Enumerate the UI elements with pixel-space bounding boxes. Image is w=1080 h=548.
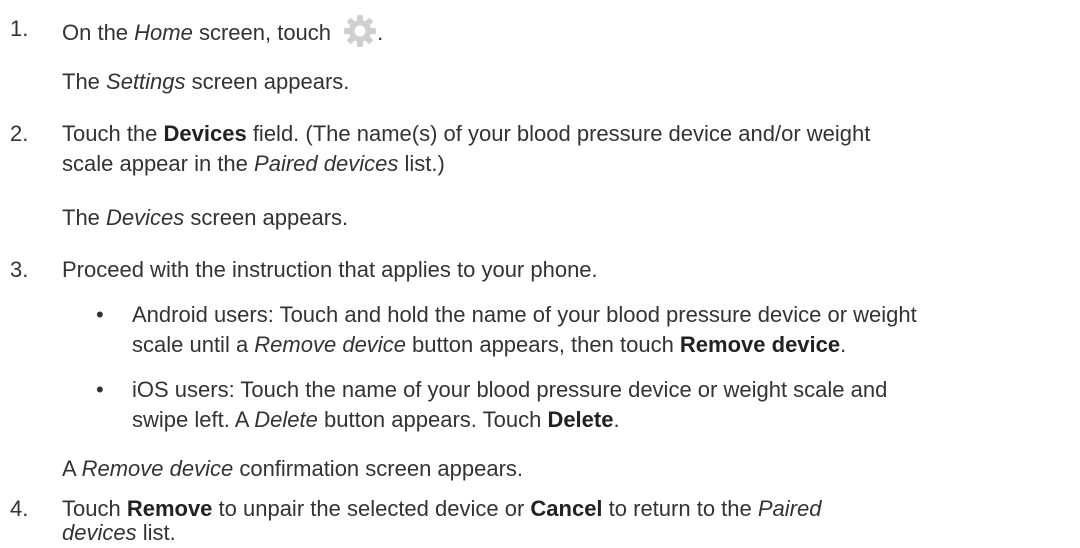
bullet-dot: • <box>96 302 104 327</box>
step-number: 2. <box>10 121 29 146</box>
gear-icon <box>344 15 377 47</box>
step-number: 1. <box>10 16 29 41</box>
bullet-text: Android users: Touch and hold the name o… <box>132 302 917 327</box>
step-number: 3. <box>10 257 29 282</box>
instructions-document: 1. On the Home screen, touch . The Setti… <box>0 0 1080 545</box>
step-number: 4. <box>10 496 29 521</box>
bullet-text: scale until a Remove device button appea… <box>132 332 847 357</box>
bullet-text: swipe left. A Delete button appears. Tou… <box>132 407 620 432</box>
bullet-text: iOS users: Touch the name of your blood … <box>132 377 888 402</box>
step-text: Proceed with the instruction that applie… <box>62 257 598 282</box>
step-text: devices list. <box>62 520 176 545</box>
bullet-dot: • <box>96 377 104 402</box>
step-result: A Remove device confirmation screen appe… <box>62 456 524 481</box>
step-result: The Settings screen appears. <box>62 69 350 94</box>
step-text: scale appear in the Paired devices list.… <box>62 151 445 176</box>
step-result: The Devices screen appears. <box>62 205 349 230</box>
step-text: On the Home screen, touch . <box>62 14 1072 48</box>
step-text: Touch the Devices field. (The name(s) of… <box>62 121 871 146</box>
